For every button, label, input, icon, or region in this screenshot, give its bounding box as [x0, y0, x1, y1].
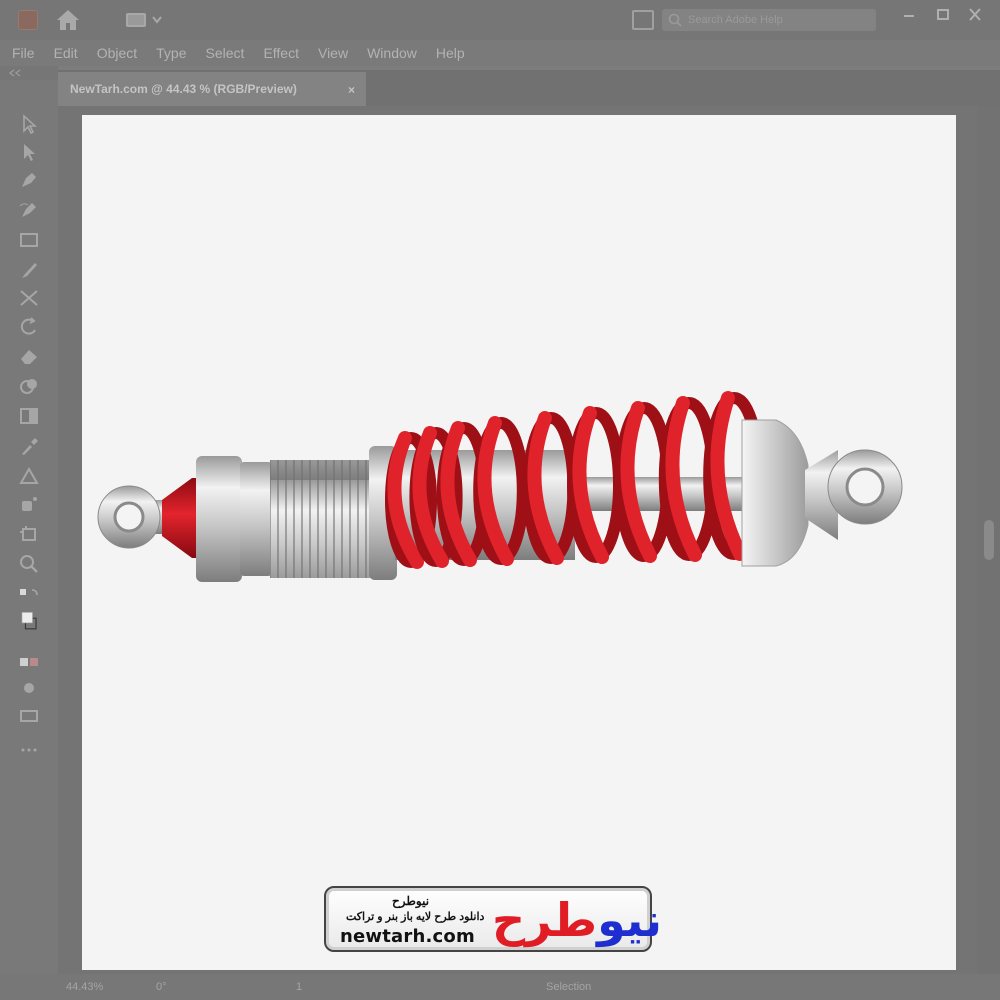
selection-tool-icon[interactable]: [18, 114, 40, 135]
menu-view[interactable]: View: [318, 45, 348, 61]
scroll-thumb[interactable]: [984, 520, 994, 560]
shape-builder-tool-icon[interactable]: [18, 376, 40, 396]
shock-absorber-illustration[interactable]: [82, 115, 956, 970]
pen-tool-icon[interactable]: [18, 170, 40, 190]
arrange-documents-icon[interactable]: [632, 10, 654, 30]
menu-select[interactable]: Select: [206, 45, 245, 61]
zoom-level[interactable]: 44.43%: [66, 981, 103, 993]
rotate-tool-icon[interactable]: [18, 316, 40, 336]
current-tool-status[interactable]: Selection: [546, 981, 591, 993]
watermark-logo: نیوطرح: [492, 892, 662, 948]
fill-stroke-swatch-icon[interactable]: [18, 610, 40, 644]
panel-collapse-strip[interactable]: [0, 66, 58, 80]
watermark-title: نیوطرح: [392, 894, 430, 908]
eyedropper-tool-icon[interactable]: [18, 436, 40, 456]
workspace-grid-icon: [126, 13, 146, 27]
watermark-logo-red: طرح: [492, 893, 598, 947]
more-tools-icon[interactable]: [18, 740, 40, 760]
lower-collar-ring: [240, 462, 272, 576]
direct-selection-tool-icon[interactable]: [18, 142, 40, 162]
close-icon[interactable]: [964, 6, 986, 24]
workspace-switcher[interactable]: [126, 11, 172, 29]
menu-file[interactable]: File: [12, 45, 35, 61]
chevron-down-icon: [152, 16, 162, 24]
screen-mode-icon[interactable]: [18, 678, 40, 698]
status-bar: 44.43% 0° 1 Selection: [0, 974, 1000, 1000]
curvature-tool-icon[interactable]: [18, 200, 40, 220]
tools-panel: [0, 80, 58, 980]
watermark-domain: newtarh.com: [340, 926, 475, 947]
left-eyelet: [97, 485, 170, 549]
red-dust-cap: [162, 478, 196, 558]
swap-fill-stroke-icon[interactable]: [18, 586, 40, 606]
menu-effect[interactable]: Effect: [263, 45, 299, 61]
watermark-tagline: دانلود طرح لایه باز بنر و تراکت: [346, 911, 485, 923]
eraser-tool-icon[interactable]: [18, 346, 40, 366]
menu-object[interactable]: Object: [97, 45, 137, 61]
search-placeholder: Search Adobe Help: [688, 14, 783, 26]
document-tab[interactable]: NewTarh.com @ 44.43 % (RGB/Preview) ×: [58, 72, 366, 106]
red-spring: [385, 391, 765, 569]
artboard-tool-icon[interactable]: [18, 524, 40, 544]
rotation-angle[interactable]: 0°: [156, 981, 167, 993]
paintbrush-tool-icon[interactable]: [18, 260, 40, 280]
watermark-badge: نیوطرح دانلود طرح لایه باز بنر و تراکت n…: [324, 886, 662, 952]
minimize-icon[interactable]: [898, 6, 920, 24]
symbol-sprayer-tool-icon[interactable]: [18, 494, 40, 514]
menu-window[interactable]: Window: [367, 45, 417, 61]
edit-toolbar-icon[interactable]: [18, 706, 40, 726]
zoom-tool-icon[interactable]: [18, 554, 40, 574]
right-eyelet-hole: [845, 467, 885, 507]
document-tab-bar: NewTarh.com @ 44.43 % (RGB/Preview) ×: [58, 70, 1000, 106]
top-mount: [741, 419, 809, 567]
title-bar: Search Adobe Help: [0, 0, 1000, 40]
tab-close-icon[interactable]: ×: [348, 83, 355, 97]
rectangle-tool-icon[interactable]: [18, 230, 40, 250]
artboard[interactable]: [82, 115, 956, 970]
home-icon[interactable]: [55, 8, 81, 32]
watermark-logo-blue: نیو: [597, 893, 662, 947]
menu-help[interactable]: Help: [436, 45, 465, 61]
illustrator-app-icon: [18, 10, 38, 30]
maximize-icon[interactable]: [932, 6, 954, 24]
drawing-mode-icon[interactable]: [18, 652, 40, 672]
collapse-arrows-icon: [8, 69, 21, 77]
threaded-body: [270, 460, 372, 578]
artboard-number[interactable]: 1: [296, 981, 302, 993]
blend-tool-icon[interactable]: [18, 466, 40, 486]
width-tool-icon[interactable]: [18, 288, 40, 308]
menu-type[interactable]: Type: [156, 45, 186, 61]
gradient-tool-icon[interactable]: [18, 406, 40, 426]
search-input[interactable]: Search Adobe Help: [662, 9, 876, 31]
search-icon: [668, 13, 682, 27]
menu-bar: File Edit Object Type Select Effect View…: [0, 40, 1000, 66]
document-tab-title: NewTarh.com @ 44.43 % (RGB/Preview): [70, 82, 297, 96]
menu-edit[interactable]: Edit: [54, 45, 78, 61]
lower-collar: [196, 456, 242, 582]
